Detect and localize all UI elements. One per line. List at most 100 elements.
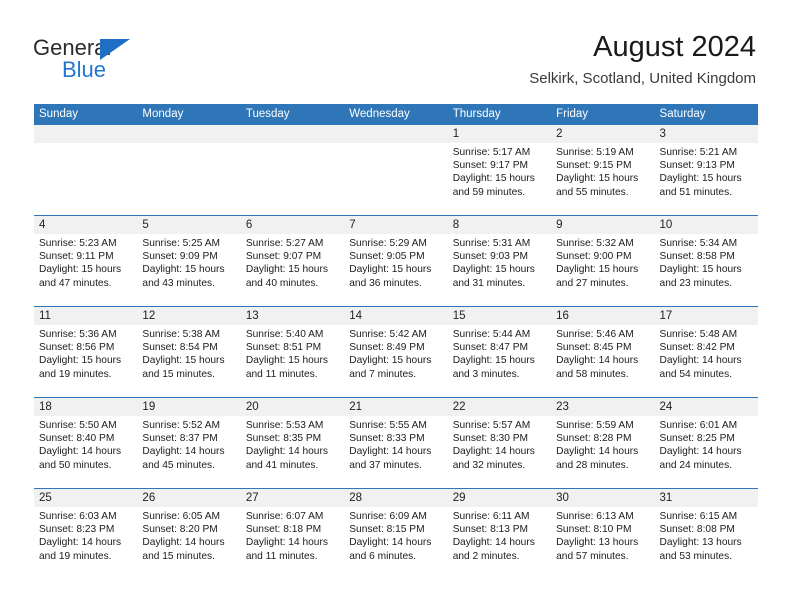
sunset-text: Sunset: 8:47 PM [452,342,529,354]
day-details: Sunrise: 5:46 AM Sunset: 8:45 PM Dayligh… [551,325,654,381]
daylight-text: Daylight: 14 hours and 50 minutes. [39,446,122,471]
page-subtitle: Selkirk, Scotland, United Kingdom [529,70,756,87]
day-number: 5 [137,216,241,234]
sunset-text: Sunset: 9:13 PM [659,160,735,172]
day-cell[interactable]: 25 Sunrise: 6:03 AM Sunset: 8:23 PM Dayl… [34,489,138,579]
daylight-text: Daylight: 15 hours and 3 minutes. [452,355,535,380]
day-cell[interactable] [240,125,345,215]
daylight-text: Daylight: 14 hours and 58 minutes. [556,355,639,380]
daylight-text: Daylight: 15 hours and 15 minutes. [142,355,225,380]
day-cell[interactable]: 1 Sunrise: 5:17 AM Sunset: 9:17 PM Dayli… [447,125,552,215]
day-cell[interactable]: 4 Sunrise: 5:23 AM Sunset: 9:11 PM Dayli… [34,216,138,306]
week-row: 4 Sunrise: 5:23 AM Sunset: 9:11 PM Dayli… [34,215,758,306]
day-cell[interactable]: 16 Sunrise: 5:46 AM Sunset: 8:45 PM Dayl… [551,307,655,397]
daylight-text: Daylight: 14 hours and 24 minutes. [659,446,742,471]
day-cell[interactable] [34,125,138,215]
sunset-text: Sunset: 8:28 PM [556,433,632,445]
day-cell[interactable]: 12 Sunrise: 5:38 AM Sunset: 8:54 PM Dayl… [137,307,241,397]
daylight-text: Daylight: 14 hours and 15 minutes. [142,537,225,562]
sunset-text: Sunset: 8:15 PM [349,524,425,536]
day-cell[interactable]: 13 Sunrise: 5:40 AM Sunset: 8:51 PM Dayl… [240,307,345,397]
day-cell[interactable]: 24 Sunrise: 6:01 AM Sunset: 8:25 PM Dayl… [654,398,758,488]
weekday-header-monday: Monday [142,108,184,120]
day-cell[interactable]: 2 Sunrise: 5:19 AM Sunset: 9:15 PM Dayli… [551,125,655,215]
day-number: 21 [344,398,448,416]
day-cell[interactable]: 21 Sunrise: 5:55 AM Sunset: 8:33 PM Dayl… [344,398,448,488]
day-details: Sunrise: 5:52 AM Sunset: 8:37 PM Dayligh… [137,416,240,472]
day-details: Sunrise: 5:42 AM Sunset: 8:49 PM Dayligh… [344,325,447,381]
day-cell[interactable]: 14 Sunrise: 5:42 AM Sunset: 8:49 PM Dayl… [344,307,448,397]
day-number: 25 [34,489,138,507]
day-details: Sunrise: 5:57 AM Sunset: 8:30 PM Dayligh… [448,416,551,472]
day-number: 11 [34,307,138,325]
day-details: Sunrise: 5:55 AM Sunset: 8:33 PM Dayligh… [344,416,447,472]
daylight-text: Daylight: 15 hours and 55 minutes. [556,173,639,198]
day-details: Sunrise: 5:29 AM Sunset: 9:05 PM Dayligh… [344,234,447,290]
day-cell[interactable]: 18 Sunrise: 5:50 AM Sunset: 8:40 PM Dayl… [34,398,138,488]
sunrise-text: Sunrise: 5:48 AM [659,329,738,340]
day-cell[interactable]: 10 Sunrise: 5:34 AM Sunset: 8:58 PM Dayl… [654,216,758,306]
sunset-text: Sunset: 8:37 PM [142,433,218,445]
day-cell[interactable]: 26 Sunrise: 6:05 AM Sunset: 8:20 PM Dayl… [137,489,241,579]
day-cell[interactable]: 22 Sunrise: 5:57 AM Sunset: 8:30 PM Dayl… [447,398,552,488]
day-number: 8 [447,216,552,234]
day-details: Sunrise: 5:23 AM Sunset: 9:11 PM Dayligh… [34,234,137,290]
sunrise-text: Sunrise: 5:32 AM [556,238,634,249]
daylight-text: Daylight: 15 hours and 43 minutes. [142,264,225,289]
day-cell[interactable]: 5 Sunrise: 5:25 AM Sunset: 9:09 PM Dayli… [137,216,241,306]
day-cell[interactable]: 28 Sunrise: 6:09 AM Sunset: 8:15 PM Dayl… [344,489,448,579]
day-number: 4 [34,216,138,234]
day-details: Sunrise: 5:48 AM Sunset: 8:42 PM Dayligh… [655,325,758,381]
day-details: Sunrise: 5:25 AM Sunset: 9:09 PM Dayligh… [137,234,240,290]
day-cell[interactable]: 30 Sunrise: 6:13 AM Sunset: 8:10 PM Dayl… [551,489,655,579]
sunrise-text: Sunrise: 5:17 AM [452,147,531,158]
sunset-text: Sunset: 8:20 PM [142,524,218,536]
daylight-text: Daylight: 14 hours and 11 minutes. [245,537,328,562]
week-row: 1 Sunrise: 5:17 AM Sunset: 9:17 PM Dayli… [34,124,758,215]
daylight-text: Daylight: 15 hours and 27 minutes. [556,264,639,289]
brand-name-bottom: Blue [62,57,107,82]
day-cell[interactable]: 9 Sunrise: 5:32 AM Sunset: 9:00 PM Dayli… [551,216,655,306]
day-cell[interactable] [137,125,241,215]
weekday-header-row: Sunday Monday Tuesday Wednesday Thursday… [34,104,758,124]
day-number: 31 [654,489,758,507]
weekday-header-wednesday: Wednesday [349,108,410,120]
day-cell[interactable]: 8 Sunrise: 5:31 AM Sunset: 9:03 PM Dayli… [447,216,552,306]
day-details: Sunrise: 5:34 AM Sunset: 8:58 PM Dayligh… [655,234,758,290]
sunrise-text: Sunrise: 5:29 AM [349,238,427,249]
sunset-text: Sunset: 8:33 PM [349,433,425,445]
day-cell[interactable]: 29 Sunrise: 6:11 AM Sunset: 8:13 PM Dayl… [447,489,552,579]
sunset-text: Sunset: 8:42 PM [659,342,735,354]
day-cell[interactable]: 27 Sunrise: 6:07 AM Sunset: 8:18 PM Dayl… [240,489,345,579]
day-number: 2 [551,125,655,143]
day-cell[interactable]: 7 Sunrise: 5:29 AM Sunset: 9:05 PM Dayli… [344,216,448,306]
sunrise-text: Sunrise: 5:34 AM [659,238,738,249]
day-cell[interactable] [344,125,448,215]
sunset-text: Sunset: 8:18 PM [245,524,322,536]
sunset-text: Sunset: 9:00 PM [556,251,632,263]
day-details: Sunrise: 5:32 AM Sunset: 9:00 PM Dayligh… [551,234,654,290]
day-number: 15 [447,307,552,325]
sunset-text: Sunset: 8:54 PM [142,342,218,354]
day-cell[interactable]: 11 Sunrise: 5:36 AM Sunset: 8:56 PM Dayl… [34,307,138,397]
sunset-text: Sunset: 8:30 PM [452,433,529,445]
day-cell[interactable]: 19 Sunrise: 5:52 AM Sunset: 8:37 PM Dayl… [137,398,241,488]
weekday-header-thursday: Thursday [452,108,501,120]
day-cell[interactable]: 23 Sunrise: 5:59 AM Sunset: 8:28 PM Dayl… [551,398,655,488]
sunset-text: Sunset: 8:51 PM [245,342,322,354]
daylight-text: Daylight: 15 hours and 11 minutes. [245,355,328,380]
daylight-text: Daylight: 13 hours and 57 minutes. [556,537,639,562]
sunset-text: Sunset: 9:07 PM [245,251,322,263]
day-cell[interactable]: 31 Sunrise: 6:15 AM Sunset: 8:08 PM Dayl… [654,489,758,579]
day-cell[interactable]: 15 Sunrise: 5:44 AM Sunset: 8:47 PM Dayl… [447,307,552,397]
day-cell[interactable]: 20 Sunrise: 5:53 AM Sunset: 8:35 PM Dayl… [240,398,345,488]
day-number: 16 [551,307,655,325]
daylight-text: Daylight: 15 hours and 31 minutes. [452,264,535,289]
daylight-text: Daylight: 15 hours and 59 minutes. [452,173,535,198]
day-details: Sunrise: 5:36 AM Sunset: 8:56 PM Dayligh… [34,325,137,381]
day-cell[interactable]: 3 Sunrise: 5:21 AM Sunset: 9:13 PM Dayli… [654,125,758,215]
day-number: 10 [654,216,758,234]
day-cell[interactable]: 6 Sunrise: 5:27 AM Sunset: 9:07 PM Dayli… [240,216,345,306]
sunrise-text: Sunrise: 5:19 AM [556,147,634,158]
day-cell[interactable]: 17 Sunrise: 5:48 AM Sunset: 8:42 PM Dayl… [654,307,758,397]
